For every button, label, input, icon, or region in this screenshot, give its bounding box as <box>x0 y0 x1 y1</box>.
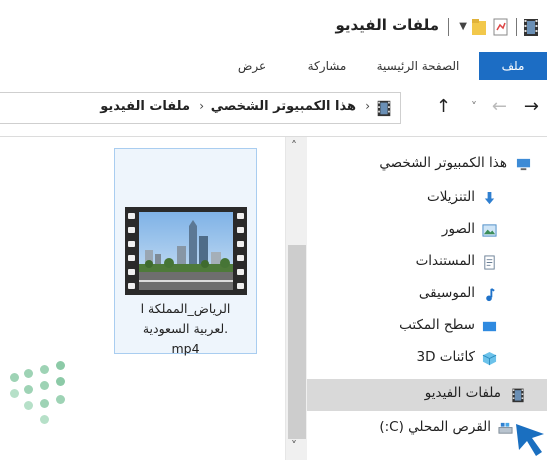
file-name-line: mp4 <box>171 341 200 356</box>
file-name-line: الرياض_المملكة ا <box>140 301 231 316</box>
documents-icon <box>484 255 495 270</box>
videos-folder-icon <box>377 100 391 117</box>
tab-file[interactable]: ملف <box>479 52 547 80</box>
city-skyline-image <box>139 212 233 290</box>
downloads-icon <box>484 191 495 205</box>
tab-home[interactable]: الصفحة الرئيسية <box>373 52 463 80</box>
desktop-icon <box>482 321 497 332</box>
back-arrow-icon[interactable]: → <box>524 96 539 118</box>
breadcrumb-videos[interactable]: ملفات الفيديو <box>100 99 190 114</box>
ribbon-tabs: ملف الصفحة الرئيسية مشاركة عرض <box>0 52 547 81</box>
nav-pane-scrollbar[interactable]: ˄ ˅ <box>285 137 308 460</box>
tab-view[interactable]: عرض <box>227 52 277 80</box>
up-arrow-icon[interactable]: ↑ <box>436 96 451 118</box>
video-thumbnail <box>125 207 247 295</box>
music-icon <box>486 288 495 302</box>
computer-icon <box>516 158 531 171</box>
quick-access-dropdown-icon[interactable]: ▼ <box>459 21 467 32</box>
title-bar: ملفات الفيديو ▼ <box>0 0 547 52</box>
window-title: ملفات الفيديو <box>335 16 439 34</box>
pictures-icon <box>482 224 497 237</box>
nav-item-this-pc[interactable]: هذا الكمبيوتر الشخصي <box>307 149 547 181</box>
navigation-pane: هذا الكمبيوتر الشخصي التنزيلات الصور الم… <box>307 137 547 460</box>
scroll-up-icon[interactable]: ˄ <box>291 139 297 153</box>
title-separator <box>516 18 517 36</box>
navigation-bar: → ← ˅ ↑ › هذا الكمبيوتر الشخصي › ملفات ا… <box>0 80 547 137</box>
title-separator <box>448 18 449 36</box>
3d-objects-icon <box>482 351 497 366</box>
nav-item-pictures[interactable]: الصور <box>307 215 547 247</box>
video-file-item[interactable]: الرياض_المملكة ا .لعربية السعودية mp4 <box>114 148 257 356</box>
scrollbar-thumb[interactable] <box>288 245 306 439</box>
videos-folder-icon[interactable] <box>523 17 539 37</box>
file-explorer-window: ملفات الفيديو ▼ ملف الصفحة الرئيسية مشار… <box>0 0 547 460</box>
videos-icon <box>512 388 524 403</box>
file-name: الرياض_المملكة ا .لعربية السعودية mp4 <box>121 299 250 359</box>
tab-share[interactable]: مشاركة <box>291 52 363 80</box>
file-name-line: .لعربية السعودية <box>142 321 229 336</box>
nav-item-desktop[interactable]: سطح المكتب <box>307 311 547 343</box>
forward-arrow-icon[interactable]: ← <box>492 96 507 118</box>
mouse-cursor-icon <box>516 424 544 456</box>
properties-icon[interactable] <box>493 17 509 37</box>
breadcrumb-chevron-icon[interactable]: › <box>365 99 370 113</box>
recent-locations-chevron-icon[interactable]: ˅ <box>471 96 477 118</box>
watermark-dots <box>0 355 80 460</box>
breadcrumb-chevron-icon[interactable]: › <box>199 99 204 113</box>
breadcrumb-this-pc[interactable]: هذا الكمبيوتر الشخصي <box>211 99 356 114</box>
nav-item-music[interactable]: الموسيقى <box>307 279 547 311</box>
nav-item-3d-objects[interactable]: كائنات 3D <box>307 343 547 375</box>
nav-item-downloads[interactable]: التنزيلات <box>307 183 547 215</box>
address-bar[interactable]: › هذا الكمبيوتر الشخصي › ملفات الفيديو <box>0 92 401 124</box>
scroll-down-icon[interactable]: ˅ <box>291 439 297 453</box>
nav-item-documents[interactable]: المستندات <box>307 247 547 279</box>
folder-icon[interactable] <box>471 17 487 37</box>
nav-item-videos[interactable]: ملفات الفيديو <box>307 379 547 411</box>
